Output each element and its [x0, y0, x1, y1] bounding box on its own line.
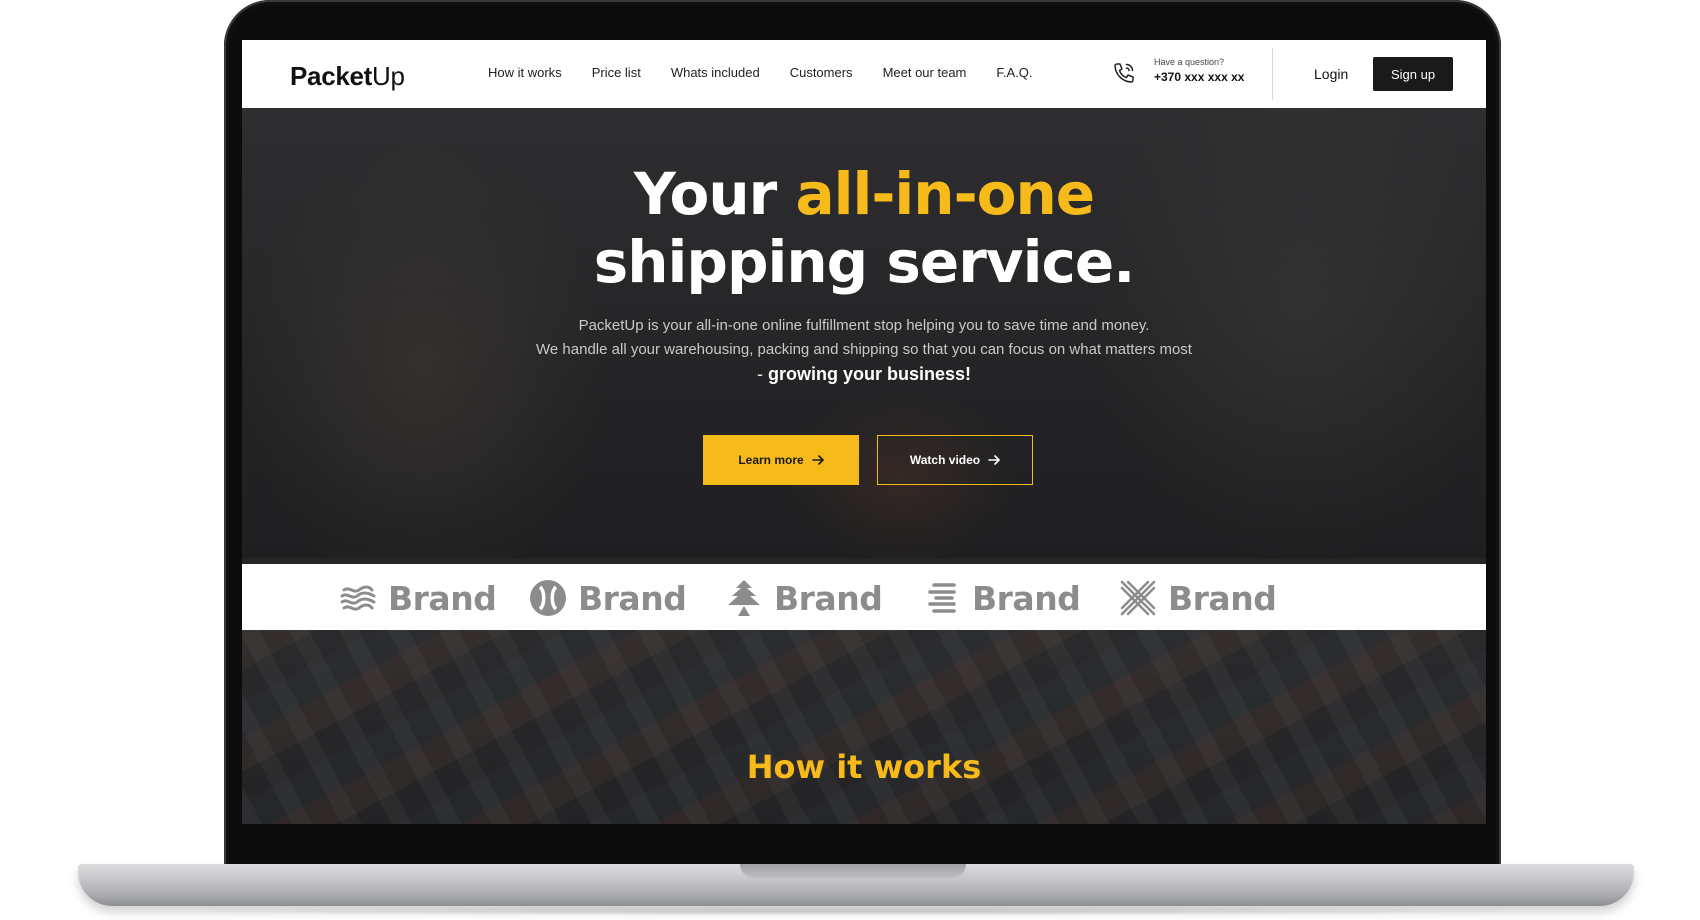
brand-logo: Brand	[1118, 578, 1277, 618]
laptop-notch	[740, 864, 966, 878]
hero-section: Your all-in-one shipping service. Packet…	[242, 108, 1486, 558]
brand-label: Brand	[972, 578, 1081, 618]
how-it-works-section: How it works	[242, 630, 1486, 824]
laptop-screen: PacketUp How it works Price list Whats i…	[242, 40, 1486, 824]
contact-question: Have a question?	[1154, 57, 1225, 67]
nav-link-price-list[interactable]: Price list	[592, 65, 641, 80]
nav-link-whats-included[interactable]: Whats included	[671, 65, 760, 80]
arrow-right-icon	[988, 455, 1000, 465]
logo-regular-text: Up	[372, 61, 405, 91]
hero-subtitle-emphasis: growing your business!	[767, 364, 972, 384]
nav-divider	[1272, 48, 1273, 100]
hero-subtitle-emphasis-line: - growing your business!	[242, 362, 1486, 386]
brand-label: Brand	[774, 578, 883, 618]
contact-phone[interactable]: +370 xxx xxx xx	[1154, 70, 1244, 84]
watch-video-label: Watch video	[909, 453, 981, 467]
arrow-right-icon	[811, 455, 824, 465]
watch-video-button[interactable]: Watch video	[877, 435, 1033, 485]
hero-title: Your all-in-one shipping service.	[242, 160, 1486, 296]
how-it-works-title: How it works	[746, 748, 982, 786]
brand-logo: Brand	[338, 578, 497, 618]
tree-logo-icon	[728, 580, 760, 616]
circle-split-logo-icon	[530, 580, 566, 616]
nav-link-customers[interactable]: Customers	[790, 65, 853, 80]
brand-strip: Brand Brand Brand Brand Brand	[242, 564, 1486, 630]
brand-label: Brand	[1168, 578, 1277, 618]
nav-link-how-it-works[interactable]: How it works	[488, 65, 562, 80]
navbar: PacketUp How it works Price list Whats i…	[242, 40, 1486, 108]
signup-button[interactable]: Sign up	[1373, 57, 1453, 91]
stripes-logo-icon	[928, 583, 956, 613]
hero-subtitle-dash: -	[756, 364, 768, 384]
hero-subtitle-line2: We handle all your warehousing, packing …	[536, 341, 1192, 358]
learn-more-button[interactable]: Learn more	[703, 435, 859, 485]
hero-title-accent: all-in-one	[795, 160, 1095, 228]
nav-link-faq[interactable]: F.A.Q.	[996, 65, 1032, 80]
hero-title-line2: shipping service.	[593, 228, 1136, 296]
brand-logo: Brand	[922, 578, 1081, 618]
login-link[interactable]: Login	[1314, 66, 1348, 82]
brand-label: Brand	[578, 578, 687, 618]
brand-logo: Brand	[528, 578, 687, 618]
hero-title-prefix: Your	[633, 160, 796, 228]
hero-subtitle: PacketUp is your all-in-one online fulfi…	[242, 314, 1486, 362]
waves-logo-icon	[340, 585, 376, 611]
nav-links: How it works Price list Whats included C…	[488, 65, 1033, 80]
contact-box: Have a question? +370 xxx xxx xx	[1154, 57, 1244, 84]
logo-bold-text: Packet	[290, 61, 373, 91]
brand-label: Brand	[388, 578, 497, 618]
learn-more-label: Learn more	[738, 453, 804, 467]
brand-logo: Brand	[724, 578, 883, 618]
nav-link-meet-our-team[interactable]: Meet our team	[883, 65, 967, 80]
cross-hatch-logo-icon	[1120, 580, 1156, 616]
laptop-shadow	[120, 906, 1590, 916]
hero-subtitle-line1: PacketUp is your all-in-one online fulfi…	[578, 317, 1150, 334]
phone-icon[interactable]	[1112, 61, 1136, 85]
site-logo[interactable]: PacketUp	[290, 61, 405, 92]
